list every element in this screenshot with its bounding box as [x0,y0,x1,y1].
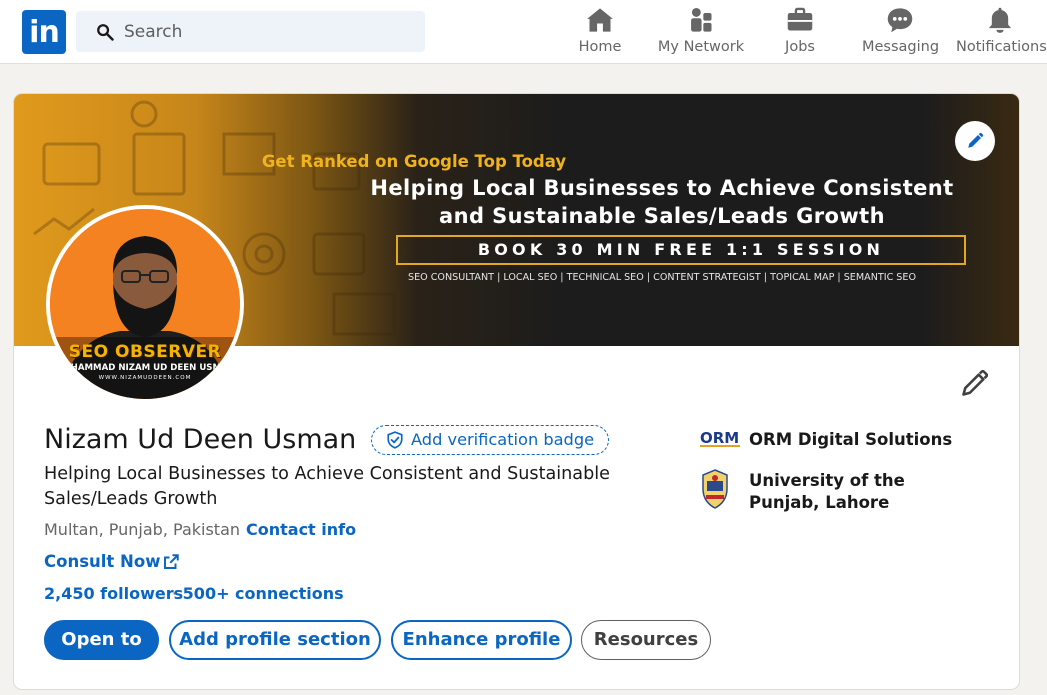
banner-headline-line1: Helping Local Businesses to Achieve Cons… [370,176,954,200]
university-crest-icon [702,469,728,509]
avatar-owner-text: MUHAMMAD NIZAM UD DEEN USMAN [55,363,235,373]
nav-messaging-label: Messaging [862,39,940,55]
bell-icon [988,7,1012,33]
profile-photo[interactable]: SEO OBSERVER MUHAMMAD NIZAM UD DEEN USMA… [46,205,244,403]
nav-notifications[interactable]: Notifications [956,6,1047,60]
nav-notifications-label: Notifications [956,39,1047,55]
nav-home[interactable]: Home [572,6,628,60]
linkedin-logo[interactable]: in [22,10,66,54]
followers-link[interactable]: 2,450 followers [44,584,183,603]
profile-card: Get Ranked on Google Top Today Helping L… [13,93,1020,690]
enhance-profile-button[interactable]: Enhance profile [391,620,572,660]
avatar-site-text: WWW.NIZAMUDDEEN.COM [98,375,192,381]
orm-logo-text: ORM [700,429,739,447]
orm-logo-icon: ORM [700,429,740,447]
connections-count: 500+ connections [182,584,344,603]
consult-now-label: Consult Now [44,552,161,571]
nav-my-network-label: My Network [657,39,745,55]
education-school-name: University of the Punjab, Lahore [749,471,905,512]
resources-button[interactable]: Resources [581,620,711,660]
nav-jobs-label: Jobs [785,39,815,55]
banner-headline-line2: and Sustainable Sales/Leads Growth [439,204,885,228]
search-box[interactable] [76,11,425,52]
nav-messaging[interactable]: Messaging [862,6,940,60]
verification-badge-label: Add verification badge [411,430,595,449]
briefcase-icon [787,7,813,31]
edit-banner-button[interactable] [955,121,995,161]
consult-now-link[interactable]: Consult Now [44,552,179,571]
current-company-name: ORM Digital Solutions [749,430,953,449]
add-verification-badge-button[interactable]: Add verification badge [371,425,609,455]
search-icon [97,24,114,41]
shield-check-icon [387,431,403,449]
nav-my-network[interactable]: My Network [656,6,746,60]
connections-separator: · [172,584,178,603]
search-input[interactable] [124,11,414,52]
banner-services-list: SEO CONSULTANT | LOCAL SEO | TECHNICAL S… [407,272,917,283]
banner-cta-box: BOOK 30 MIN FREE 1:1 SESSION [396,235,966,265]
avatar-brand-text: SEO OBSERVER [68,342,222,362]
open-to-button[interactable]: Open to [44,620,159,660]
add-profile-section-button[interactable]: Add profile section [169,620,381,660]
profile-name: Nizam Ud Deen Usman [44,424,357,455]
edit-profile-pencil-icon[interactable] [960,370,988,398]
top-navigation-bar: in Home My Network Jobs [0,0,1047,64]
profile-location: Multan, Punjab, Pakistan · [44,520,250,539]
banner-tagline: Get Ranked on Google Top Today [261,152,567,171]
pencil-icon [968,132,984,148]
nav-jobs[interactable]: Jobs [776,6,824,60]
home-icon [587,8,613,32]
profile-headline: Helping Local Businesses to Achieve Cons… [44,464,610,509]
nav-home-label: Home [578,39,622,55]
messaging-icon [887,8,913,33]
connections-link[interactable]: · 500+ connections [172,584,344,603]
contact-info-link[interactable]: Contact info [246,520,356,539]
location-text: Multan, Punjab, Pakistan [44,520,241,539]
network-icon [691,7,712,32]
external-link-icon [164,554,179,569]
